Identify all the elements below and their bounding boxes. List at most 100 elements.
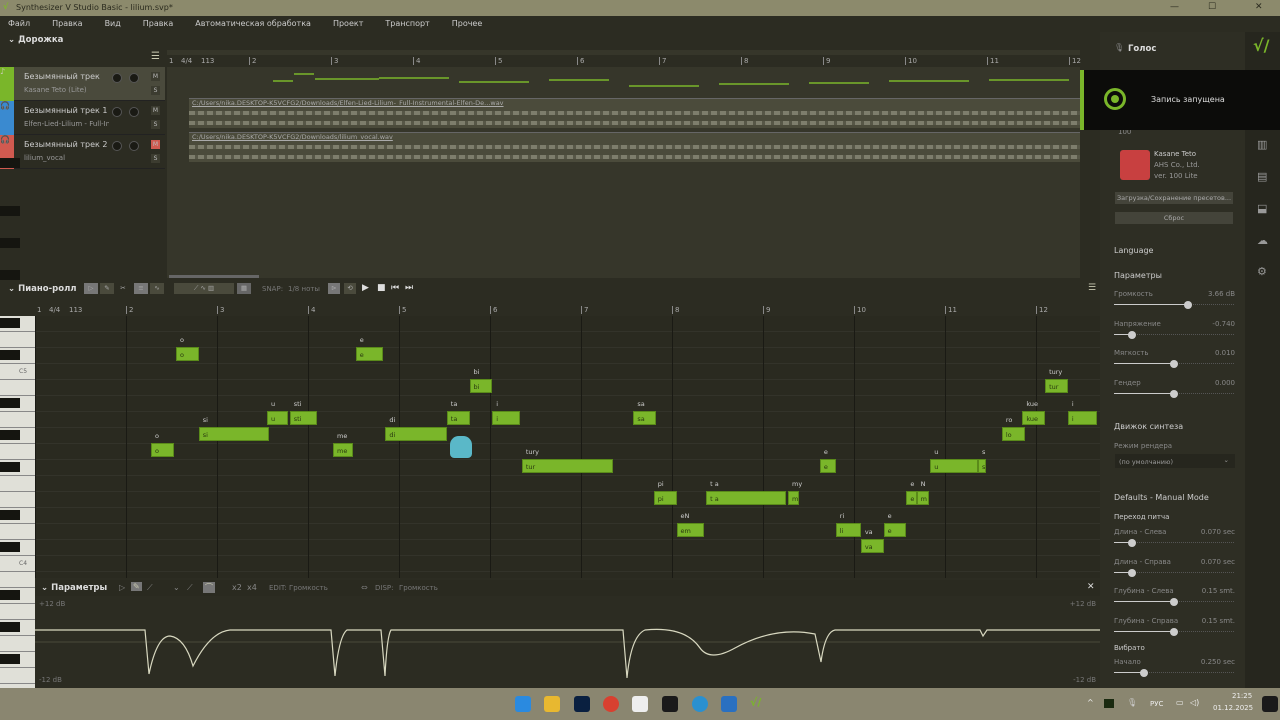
render-icon[interactable]: ⬓	[1257, 202, 1267, 215]
note[interactable]: si	[198, 427, 270, 441]
note[interactable]: m	[916, 491, 930, 505]
track-color-tab[interactable]: 🎧	[0, 101, 14, 135]
note[interactable]: e	[883, 523, 907, 537]
track-header[interactable]: ♪ Безымянный трек Kasane Teto (Lite) M S	[0, 67, 165, 101]
note[interactable]: me	[333, 443, 354, 457]
notes-icon[interactable]: ▤	[1257, 170, 1267, 183]
menu-item[interactable]: Транспорт	[385, 16, 437, 32]
network-icon[interactable]: ▭	[1176, 698, 1184, 707]
note-lyric[interactable]: e	[888, 512, 892, 520]
menu-item[interactable]: Автоматическая обработка	[195, 16, 319, 32]
note-lyric[interactable]: me	[337, 432, 347, 440]
black-key[interactable]	[0, 542, 20, 552]
tracks-header[interactable]: ⌄ Дорожка	[0, 32, 165, 50]
note[interactable]: va	[860, 539, 884, 553]
pan-knob[interactable]	[129, 107, 139, 117]
close-button[interactable]: ✕	[1255, 2, 1263, 12]
slider-thumb[interactable]	[1128, 330, 1136, 339]
slider-thumb[interactable]	[1170, 360, 1178, 368]
menu-icon[interactable]: ☰	[1088, 283, 1096, 293]
menu-item[interactable]: Прочее	[452, 16, 491, 32]
snap-select[interactable]: 1/8 ноты	[288, 285, 320, 293]
pan-knob[interactable]	[129, 73, 139, 83]
edit-param-select[interactable]: Громкость	[289, 584, 328, 592]
slider-thumb[interactable]	[1170, 389, 1178, 398]
pitch-tools-group[interactable]: ⟋ ∿ ▥	[174, 283, 234, 294]
menu-item[interactable]: Файл	[8, 16, 38, 32]
piano-keyboard[interactable]	[0, 158, 35, 712]
black-key[interactable]	[0, 318, 20, 328]
note-lyric[interactable]: sti	[294, 400, 302, 408]
solo-button[interactable]: S	[151, 154, 160, 163]
note[interactable]: s	[977, 459, 986, 473]
note-lyric[interactable]: t a	[710, 480, 719, 488]
volume-icon[interactable]: ◁)	[1190, 698, 1199, 707]
param-slider[interactable]	[1114, 669, 1234, 677]
loop-button[interactable]: ⟲	[344, 283, 356, 294]
param-value[interactable]: 0.15 smt.	[1202, 617, 1235, 625]
note-lyric[interactable]: i	[496, 400, 498, 408]
smooth-tool-button[interactable]: ⌄	[173, 583, 180, 592]
autoscroll-button[interactable]: ⊳	[328, 283, 340, 294]
vocal-track-lane[interactable]	[249, 68, 1080, 96]
note[interactable]: li	[835, 523, 861, 537]
black-key[interactable]	[0, 622, 20, 632]
load-presets-button[interactable]: Загрузка/Сохранение пресетов...	[1115, 192, 1233, 204]
note[interactable]: e	[819, 459, 836, 473]
note[interactable]: i	[1067, 411, 1098, 425]
maximize-button[interactable]: ☐	[1208, 2, 1216, 12]
note-lyric[interactable]: s	[982, 448, 985, 456]
param-value[interactable]: 0.250 sec	[1201, 658, 1235, 666]
note[interactable]: tur	[521, 459, 613, 473]
black-key[interactable]	[0, 350, 20, 360]
note[interactable]: u	[267, 411, 288, 425]
play-button[interactable]: ▶	[362, 283, 369, 293]
param-value[interactable]: 0.15 smt.	[1202, 587, 1235, 595]
param-slider[interactable]	[1114, 330, 1234, 339]
note-lyric[interactable]: bi	[474, 368, 480, 376]
note-lyric[interactable]: di	[389, 416, 395, 424]
note[interactable]: o	[151, 443, 174, 457]
note[interactable]: sti	[289, 411, 318, 425]
param-value[interactable]: 0.070 sec	[1201, 558, 1235, 566]
black-key[interactable]	[0, 430, 20, 440]
track-header[interactable]: 🎧 Безымянный трек 1 Elfen-Lied-Lilium - Fu…	[0, 101, 165, 135]
mute-button[interactable]: M	[151, 106, 160, 115]
swap-icon[interactable]: ⇔	[361, 583, 368, 592]
settings-gear-icon[interactable]: ⚙	[1257, 265, 1267, 278]
black-key[interactable]	[0, 510, 20, 520]
render-mode-select[interactable]: (по умолчанию) ⌄	[1115, 454, 1235, 468]
note[interactable]: lo	[1001, 427, 1025, 441]
piano-roll-header[interactable]: ⌄ Пиано-ролл	[0, 282, 1100, 296]
nvidia-tray-icon[interactable]	[1104, 699, 1114, 708]
param-slider[interactable]	[1114, 598, 1234, 606]
menu-item[interactable]: Вид	[105, 16, 129, 32]
slider-thumb[interactable]	[1170, 627, 1178, 636]
minimize-button[interactable]: —	[1170, 2, 1179, 12]
slider-thumb[interactable]	[1128, 568, 1136, 577]
pen-tool-button[interactable]: ✎	[100, 283, 114, 294]
tempo[interactable]: 113	[201, 57, 214, 65]
param-value[interactable]: -0.740	[1212, 320, 1235, 328]
menu-item[interactable]: Проект	[333, 16, 371, 32]
cloud-icon[interactable]: ☁	[1257, 234, 1268, 247]
app-pen-icon[interactable]	[721, 696, 737, 712]
param-slider[interactable]	[1114, 539, 1234, 547]
volume-knob[interactable]	[112, 107, 122, 117]
clock-time[interactable]: 21:25	[1232, 692, 1252, 700]
audio-clip-instrumental[interactable]: C:/Users/nika.DESKTOP-K5VCFG2/Downloads/…	[189, 98, 1080, 128]
note-lyric[interactable]: N	[921, 480, 926, 488]
black-key[interactable]	[0, 270, 20, 280]
audio-clip-vocal[interactable]: C:/Users/nika.DESKTOP-K5VCFG2/Downloads/…	[189, 132, 1080, 162]
note-lyric[interactable]: tury	[1049, 368, 1062, 376]
start-icon[interactable]	[515, 696, 531, 712]
pen-tool-button[interactable]: ✎	[131, 582, 142, 591]
black-key[interactable]	[0, 462, 20, 472]
slider-thumb[interactable]	[1128, 539, 1136, 547]
note[interactable]: kue	[1022, 411, 1046, 425]
photoshop-icon[interactable]	[574, 696, 590, 712]
x2-button[interactable]: x2	[232, 583, 242, 592]
telegram-icon[interactable]	[692, 696, 708, 712]
note[interactable]: sa	[633, 411, 657, 425]
param-value[interactable]: 0.010	[1215, 349, 1235, 357]
